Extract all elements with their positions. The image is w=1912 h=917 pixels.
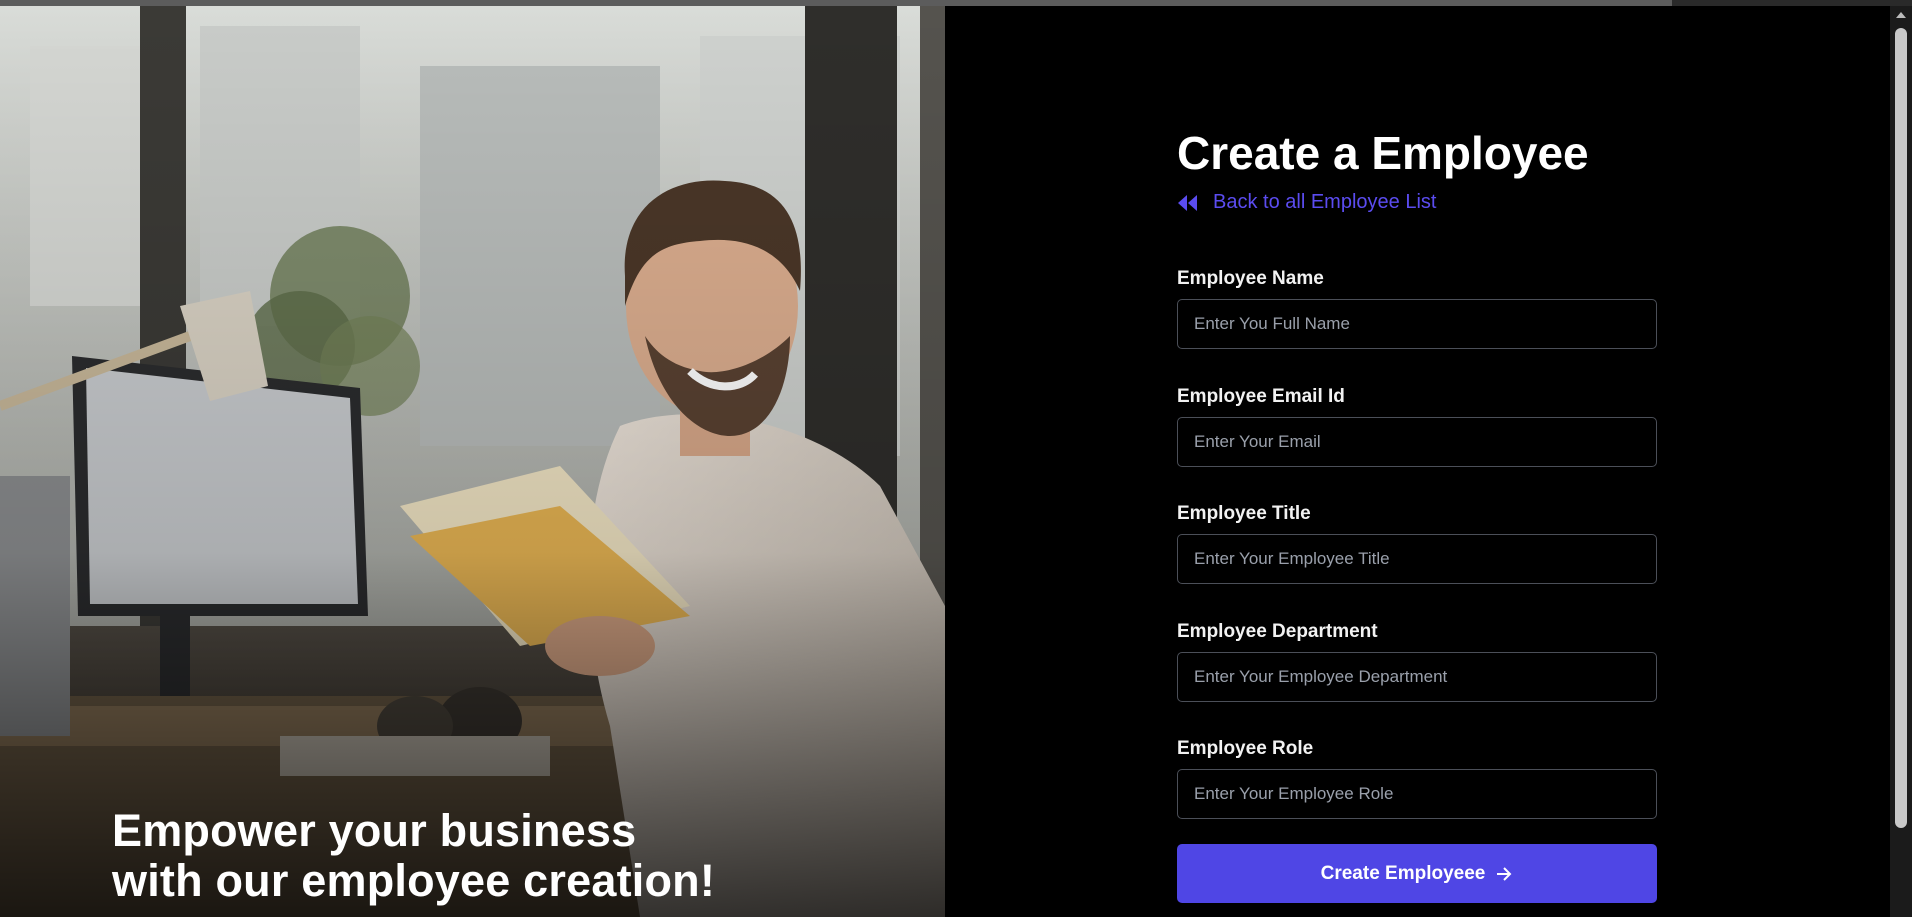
scroll-up-arrow-icon[interactable] [1896,12,1906,18]
employee-title-input[interactable] [1177,534,1657,584]
vertical-scrollbar[interactable] [1890,6,1912,917]
employee-name-input[interactable] [1177,299,1657,349]
employee-email-input[interactable] [1177,417,1657,467]
vertical-scrollbar-thumb[interactable] [1895,28,1907,828]
hero-image-panel: Empower your business with our employee … [0,6,945,917]
employee-role-input[interactable] [1177,769,1657,819]
employee-department-label: Employee Department [1177,621,1378,642]
hero-caption-line-2: with our employee creation! [112,855,716,906]
hero-photo [0,6,945,917]
back-to-employee-list-link[interactable]: Back to all Employee List [1177,191,1436,214]
employee-email-label: Employee Email Id [1177,386,1345,407]
page-title: Create a Employee [1177,127,1589,179]
employee-department-input[interactable] [1177,652,1657,702]
employee-title-label: Employee Title [1177,503,1311,524]
create-employee-button-label: Create Employeee [1320,862,1486,884]
employee-role-label: Employee Role [1177,738,1314,759]
hero-caption-line-1: Empower your business [112,805,637,856]
arrow-right-icon [1495,866,1513,882]
double-chevron-left-icon [1177,194,1199,212]
hero-caption: Empower your business with our employee … [112,806,872,906]
back-link-label: Back to all Employee List [1213,191,1437,213]
create-employee-button[interactable]: Create Employeee [1177,844,1657,903]
form-panel: Create a Employee Back to all Employee L… [945,6,1890,917]
employee-name-label: Employee Name [1177,268,1324,289]
